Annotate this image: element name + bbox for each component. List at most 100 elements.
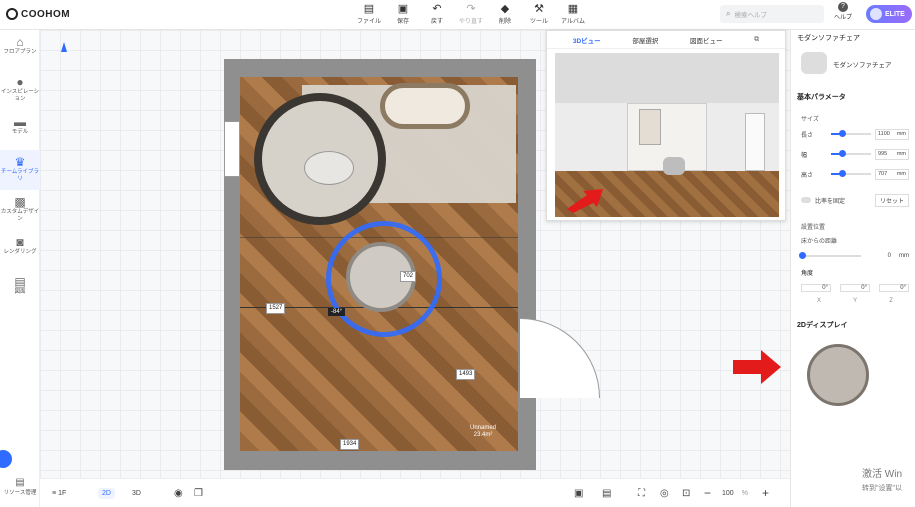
lock-icon[interactable]: ▣ <box>574 488 583 499</box>
save-button[interactable]: ▣ 保存 <box>388 2 418 25</box>
expand-icon[interactable]: ⧉ <box>754 36 759 44</box>
position-section-label: 設置位置 <box>801 225 826 231</box>
height-input[interactable]: 707 mm <box>875 168 909 180</box>
properties-panel: モダンソファチェア モダンソファチェア 基本パラメータ サイズ 長さ 1100 mm… <box>790 30 915 507</box>
redo-icon: ↷ <box>466 3 476 15</box>
length-row[interactable]: 長さ 1100 mm <box>801 128 909 140</box>
tab-3d-view[interactable]: 3Dビュー <box>573 35 601 45</box>
eye-icon[interactable]: ◉ <box>174 488 183 499</box>
tab-plan-view[interactable]: 図面ビュー <box>690 35 723 45</box>
fit-view-icon[interactable]: ⛶ <box>638 488 645 499</box>
sidebar-item-drawing[interactable]: ▤ 図面 <box>0 270 40 310</box>
bulb-icon: ● <box>16 75 24 89</box>
copy-icon[interactable]: ❐ <box>194 488 203 499</box>
sidebar-item-team-library[interactable]: ♛ チームライブラリ <box>0 150 40 190</box>
dimension-label[interactable]: 1493 <box>456 369 476 380</box>
room-floor[interactable]: 702 1527 1493 1934 Unnamed 23.4m² <box>240 77 518 451</box>
chat-support-icon[interactable] <box>0 450 12 468</box>
zoom-in-button[interactable]: + <box>762 486 769 500</box>
lock-ratio-toggle[interactable] <box>801 197 811 203</box>
sidebar-item-inspiration[interactable]: ● インスピレーション <box>0 70 40 110</box>
zoom-input[interactable]: 100% <box>722 490 748 497</box>
compass-icon[interactable] <box>61 42 67 52</box>
3d-viewport[interactable] <box>555 53 779 217</box>
panel-title: モダンソファチェア <box>797 35 860 42</box>
ottoman[interactable] <box>304 151 354 185</box>
zoom-area-icon[interactable]: ⊡ <box>682 488 690 499</box>
zoom-out-button[interactable]: − <box>704 486 711 500</box>
display-2d-header[interactable]: 2Dディスプレイ <box>797 320 847 330</box>
dimension-label[interactable]: 702 <box>400 271 417 282</box>
length-slider[interactable] <box>831 130 871 137</box>
angle-z-input[interactable]: 0° <box>879 284 909 292</box>
file-icon: ▤ <box>363 3 375 15</box>
tools-button[interactable]: ⚒ ツール <box>524 2 554 25</box>
logo-text: COOHOM <box>21 8 71 20</box>
layers-icon: ≡ <box>52 489 57 497</box>
avatar <box>870 8 882 20</box>
floor-height-slider[interactable] <box>799 252 861 259</box>
dimension-label[interactable]: 1934 <box>340 439 360 450</box>
height-row[interactable]: 高さ 707 mm <box>801 168 909 180</box>
reset-button[interactable]: リセット <box>874 193 909 207</box>
delete-button[interactable]: ◆ 削除 <box>490 2 520 25</box>
height-slider[interactable] <box>831 170 871 177</box>
sidebar-item-resource[interactable]: ▤ リソース管理 <box>0 474 40 507</box>
top-bar: COOHOM ▤ ファイル ▣ 保存 ↶ 戻す ↷ やり直す ◆ 削除 ⚒ ツール ▦ アルバ… <box>0 0 915 30</box>
basic-params-header[interactable]: 基本パラメータ <box>797 92 846 102</box>
rotation-angle-readout: -84° <box>328 308 346 316</box>
account-elite-badge[interactable]: ELITE <box>866 5 912 23</box>
measure-icon[interactable]: ▤ <box>602 488 611 499</box>
dimension-label[interactable]: 1527 <box>266 303 286 314</box>
width-input[interactable]: 995 mm <box>875 148 909 160</box>
floor-selector[interactable]: ≡ 1F <box>52 490 66 497</box>
undo-icon: ↶ <box>432 3 442 15</box>
mode-2d-button[interactable]: 2D <box>98 487 115 499</box>
save-icon: ▣ <box>397 3 409 15</box>
floor-height-row[interactable]: 0 mm <box>799 250 909 262</box>
round-rug[interactable] <box>254 93 386 225</box>
angle-axis-labels: X Y Z <box>817 298 893 304</box>
3d-chair[interactable] <box>663 157 685 175</box>
angle-row[interactable]: 0° 0° 0° <box>801 282 909 294</box>
app-logo[interactable]: COOHOM <box>6 8 70 20</box>
center-icon[interactable]: ◎ <box>660 488 669 499</box>
red-arrow-icon <box>733 350 781 384</box>
oval-sofa[interactable] <box>380 83 470 129</box>
redo-button[interactable]: ↷ やり直す <box>456 2 486 25</box>
help-icon: ? <box>838 2 848 12</box>
undo-button[interactable]: ↶ 戻す <box>422 2 452 25</box>
main-toolbar: ▤ ファイル ▣ 保存 ↶ 戻す ↷ やり直す ◆ 削除 ⚒ ツール ▦ アルバム <box>354 2 588 25</box>
room-label[interactable]: Unnamed 23.4m² <box>470 425 496 439</box>
sidebar-item-floorplan[interactable]: ⌂ フロアプラン <box>0 30 40 70</box>
door-swing[interactable] <box>520 318 600 398</box>
angle-x-input[interactable]: 0° <box>801 284 831 292</box>
tab-room-select[interactable]: 部屋選択 <box>632 35 658 45</box>
sidebar-item-rendering[interactable]: ◙ レンダリング <box>0 230 40 270</box>
sidebar-item-custom-design[interactable]: ▩ カスタムデザイン <box>0 190 40 230</box>
width-slider[interactable] <box>831 150 871 157</box>
angle-section-label: 角度 <box>801 271 814 277</box>
album-button[interactable]: ▦ アルバム <box>558 2 588 25</box>
activation-watermark: 激活 Win 转到"设置"以 <box>862 469 902 492</box>
floor-height-value[interactable]: 0 <box>888 253 891 259</box>
help-search-input[interactable]: ⌕ 検索ヘルプ <box>720 5 824 23</box>
lock-ratio-row[interactable]: 比率を固定 リセット <box>801 193 909 207</box>
sidebar-item-model[interactable]: ▬ モデル <box>0 110 40 150</box>
length-input[interactable]: 1100 mm <box>875 128 909 140</box>
wrench-icon: ⚒ <box>534 3 544 15</box>
3d-door <box>745 113 765 171</box>
width-row[interactable]: 幅 995 mm <box>801 148 909 160</box>
3d-preview-window[interactable]: 3Dビュー 部屋選択 図面ビュー ⧉ <box>546 30 786 221</box>
angle-y-input[interactable]: 0° <box>840 284 870 292</box>
floor-height-label[interactable]: 床からの距離 <box>801 236 837 245</box>
file-button[interactable]: ▤ ファイル <box>354 2 384 25</box>
drawing-icon: ▤ <box>14 275 26 289</box>
help-button[interactable]: ? ヘルプ <box>834 2 852 21</box>
mode-3d-button[interactable]: 3D <box>132 490 141 497</box>
floorplan-icon: ⌂ <box>16 35 24 49</box>
room-walls[interactable]: 702 1527 1493 1934 Unnamed 23.4m² <box>224 59 536 470</box>
2d-symbol-preview[interactable] <box>807 344 869 406</box>
ceiling <box>555 53 779 103</box>
window[interactable] <box>224 121 240 177</box>
